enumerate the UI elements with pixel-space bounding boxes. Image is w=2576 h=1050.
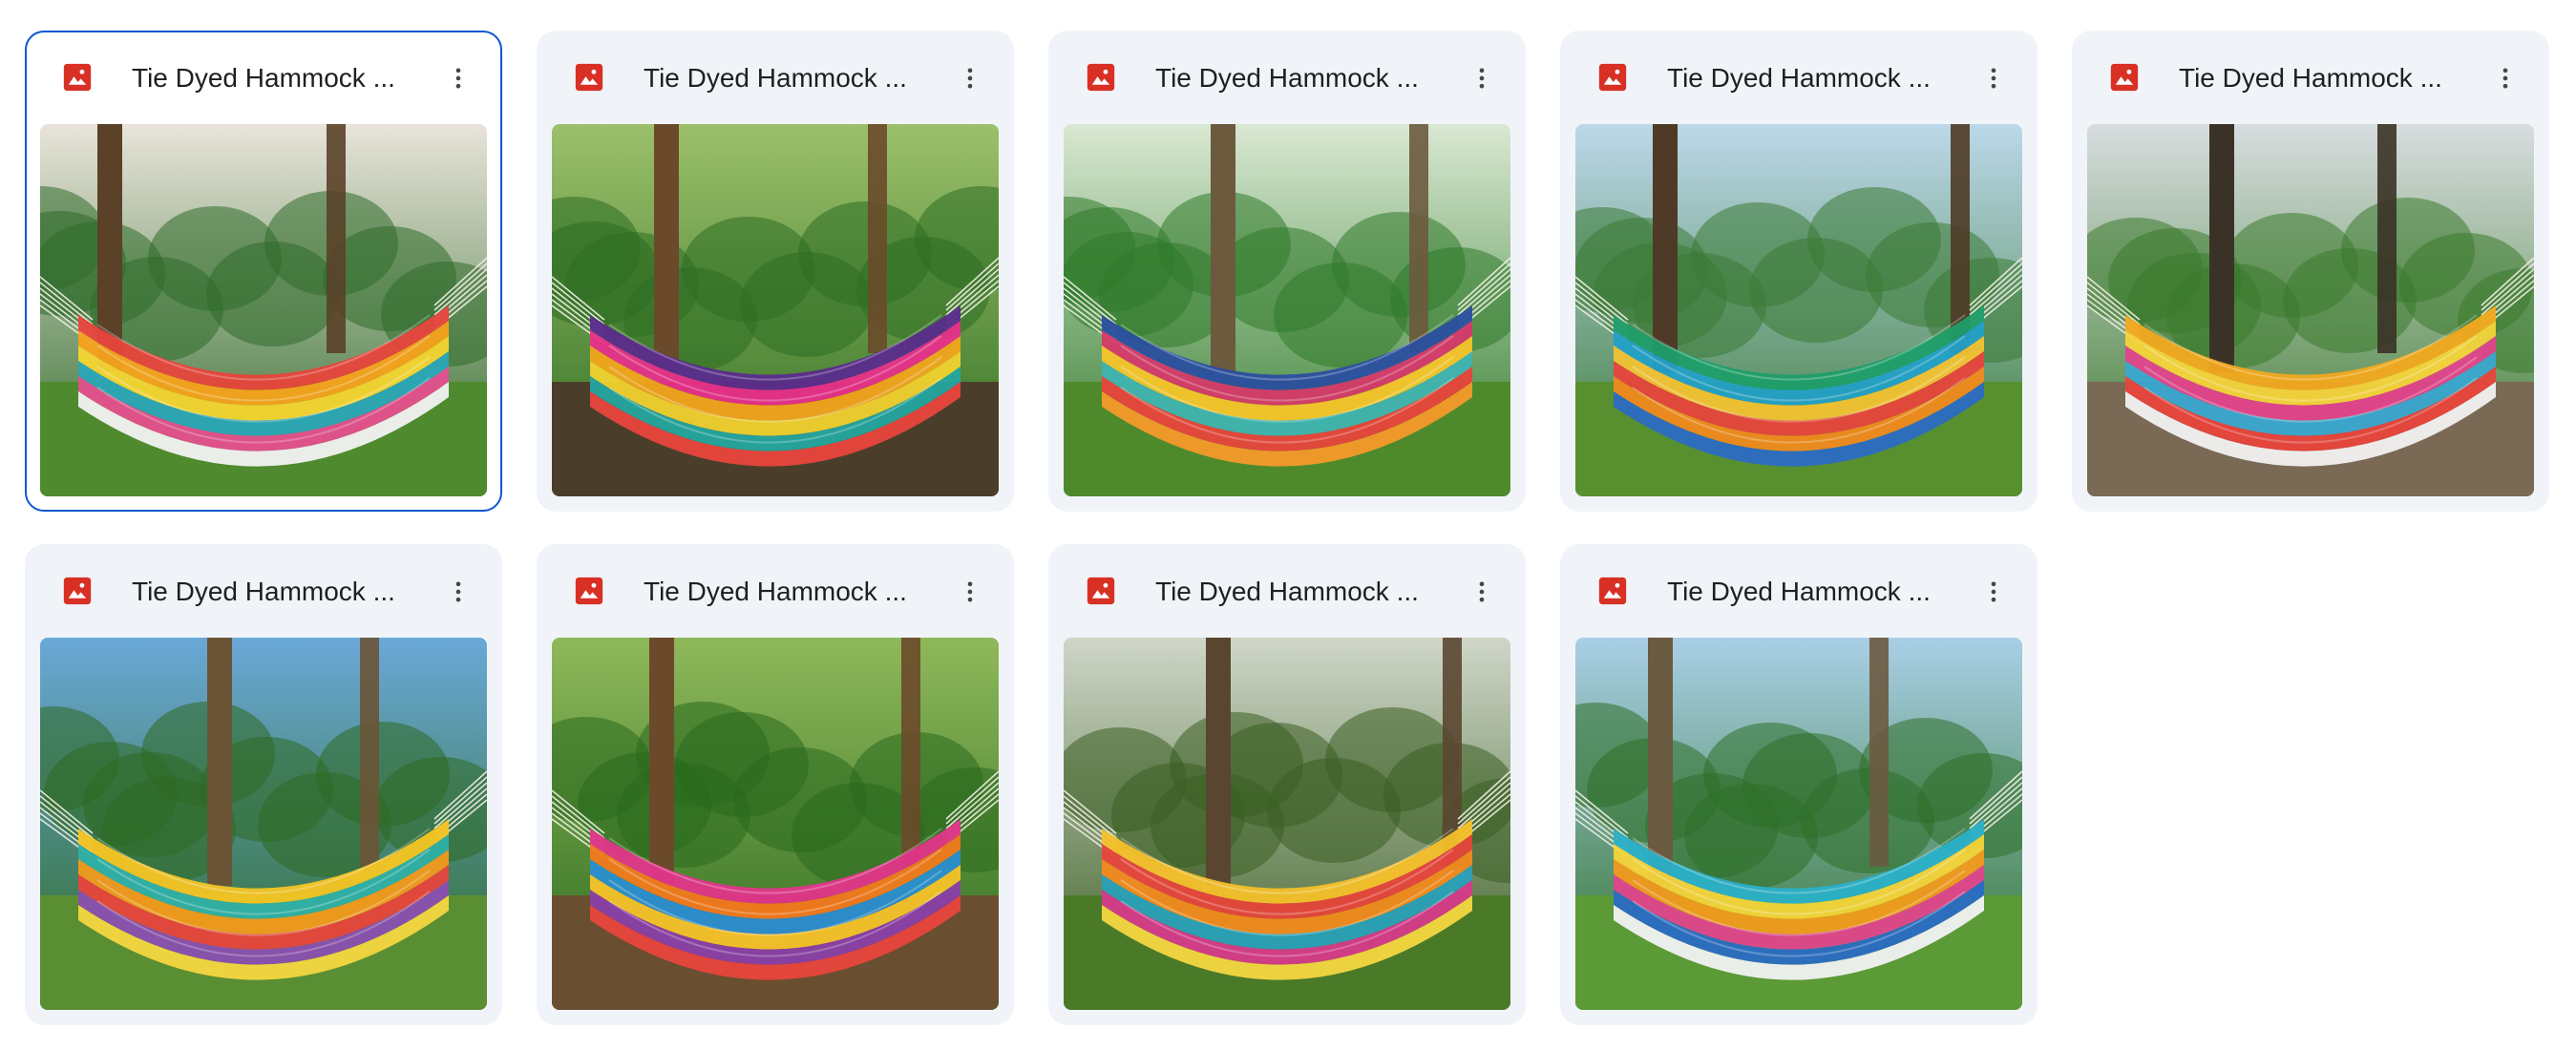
- file-name[interactable]: Tie Dyed Hammock ...: [644, 57, 930, 99]
- file-card-header: Tie Dyed Hammock ...: [25, 544, 502, 638]
- file-name[interactable]: Tie Dyed Hammock ...: [132, 57, 418, 99]
- image-file-icon: [61, 575, 94, 607]
- more-actions-button[interactable]: [2481, 53, 2530, 103]
- file-card[interactable]: Tie Dyed Hammock ...: [25, 31, 502, 512]
- file-card-header: Tie Dyed Hammock ...: [2072, 31, 2549, 124]
- image-file-icon: [1085, 575, 1117, 607]
- more-actions-button[interactable]: [945, 567, 995, 617]
- file-card-header: Tie Dyed Hammock ...: [537, 544, 1014, 638]
- image-thumbnail[interactable]: [40, 124, 487, 496]
- file-name[interactable]: Tie Dyed Hammock ...: [1155, 571, 1442, 613]
- image-file-icon: [61, 61, 94, 94]
- image-file-icon: [1596, 575, 1629, 607]
- file-name[interactable]: Tie Dyed Hammock ...: [1667, 571, 1953, 613]
- more-vert-icon: [1479, 68, 1485, 89]
- image-thumbnail[interactable]: [552, 638, 999, 1010]
- file-name[interactable]: Tie Dyed Hammock ...: [1155, 57, 1442, 99]
- more-vert-icon: [455, 581, 461, 602]
- image-thumbnail[interactable]: [40, 638, 487, 1010]
- more-vert-icon: [455, 68, 461, 89]
- more-actions-button[interactable]: [1969, 53, 2018, 103]
- image-thumbnail[interactable]: [1575, 124, 2022, 496]
- image-file-icon: [1085, 61, 1117, 94]
- file-card[interactable]: Tie Dyed Hammock ...: [2072, 31, 2549, 512]
- file-card-header: Tie Dyed Hammock ...: [1560, 31, 2038, 124]
- file-card[interactable]: Tie Dyed Hammock ...: [1048, 31, 1526, 512]
- file-card[interactable]: Tie Dyed Hammock ...: [1048, 544, 1526, 1025]
- file-card-header: Tie Dyed Hammock ...: [1048, 31, 1526, 124]
- image-file-icon: [1596, 61, 1629, 94]
- image-thumbnail[interactable]: [1064, 124, 1510, 496]
- file-grid: Tie Dyed Hammock ... Tie Dyed Hammock ...…: [25, 31, 2551, 1025]
- more-actions-button[interactable]: [433, 53, 483, 103]
- file-card-header: Tie Dyed Hammock ...: [537, 31, 1014, 124]
- more-actions-button[interactable]: [433, 567, 483, 617]
- file-card[interactable]: Tie Dyed Hammock ...: [25, 544, 502, 1025]
- file-card-header: Tie Dyed Hammock ...: [1560, 544, 2038, 638]
- image-thumbnail[interactable]: [2087, 124, 2534, 496]
- more-vert-icon: [2502, 68, 2508, 89]
- file-name[interactable]: Tie Dyed Hammock ...: [1667, 57, 1953, 99]
- more-vert-icon: [967, 581, 973, 602]
- more-actions-button[interactable]: [1457, 53, 1507, 103]
- more-vert-icon: [1991, 68, 1996, 89]
- image-thumbnail[interactable]: [552, 124, 999, 496]
- file-card-header: Tie Dyed Hammock ...: [1048, 544, 1526, 638]
- file-name[interactable]: Tie Dyed Hammock ...: [132, 571, 418, 613]
- more-actions-button[interactable]: [1457, 567, 1507, 617]
- image-thumbnail[interactable]: [1575, 638, 2022, 1010]
- file-card[interactable]: Tie Dyed Hammock ...: [1560, 544, 2038, 1025]
- image-file-icon: [2108, 61, 2141, 94]
- file-card[interactable]: Tie Dyed Hammock ...: [537, 544, 1014, 1025]
- file-name[interactable]: Tie Dyed Hammock ...: [2179, 57, 2465, 99]
- more-vert-icon: [1991, 581, 1996, 602]
- file-card-header: Tie Dyed Hammock ...: [27, 32, 500, 126]
- file-card[interactable]: Tie Dyed Hammock ...: [1560, 31, 2038, 512]
- more-actions-button[interactable]: [945, 53, 995, 103]
- more-vert-icon: [1479, 581, 1485, 602]
- image-thumbnail[interactable]: [1064, 638, 1510, 1010]
- more-vert-icon: [967, 68, 973, 89]
- more-actions-button[interactable]: [1969, 567, 2018, 617]
- image-file-icon: [573, 61, 605, 94]
- image-file-icon: [573, 575, 605, 607]
- file-card[interactable]: Tie Dyed Hammock ...: [537, 31, 1014, 512]
- file-name[interactable]: Tie Dyed Hammock ...: [644, 571, 930, 613]
